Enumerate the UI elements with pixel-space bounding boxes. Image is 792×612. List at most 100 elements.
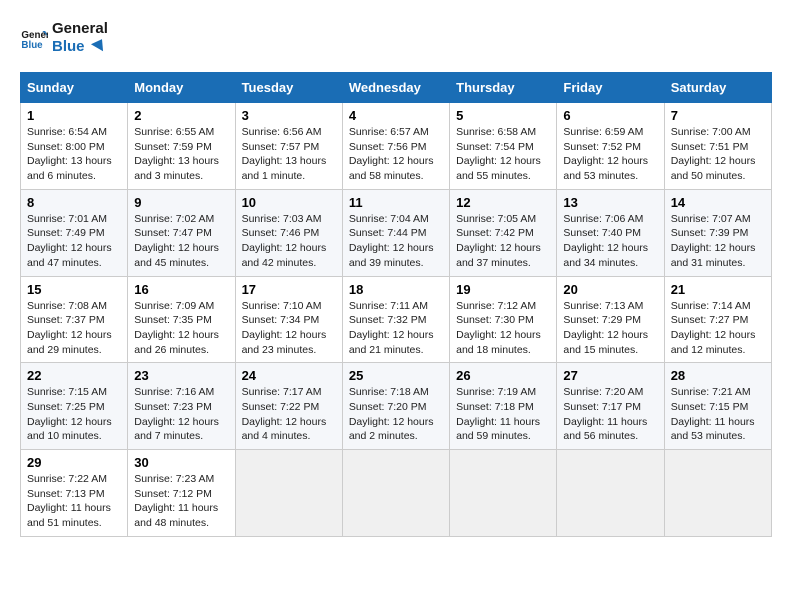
day-info: Sunrise: 7:20 AM Sunset: 7:17 PM Dayligh… [563, 385, 657, 444]
day-info: Sunrise: 7:05 AM Sunset: 7:42 PM Dayligh… [456, 212, 550, 271]
day-number: 8 [27, 195, 121, 210]
day-number: 25 [349, 368, 443, 383]
calendar-cell: 15 Sunrise: 7:08 AM Sunset: 7:37 PM Dayl… [21, 276, 128, 363]
day-number: 11 [349, 195, 443, 210]
calendar-cell: 1 Sunrise: 6:54 AM Sunset: 8:00 PM Dayli… [21, 103, 128, 190]
day-info: Sunrise: 7:01 AM Sunset: 7:49 PM Dayligh… [27, 212, 121, 271]
day-number: 7 [671, 108, 765, 123]
calendar-cell: 29 Sunrise: 7:22 AM Sunset: 7:13 PM Dayl… [21, 450, 128, 537]
calendar-cell: 10 Sunrise: 7:03 AM Sunset: 7:46 PM Dayl… [235, 189, 342, 276]
calendar-cell: 13 Sunrise: 7:06 AM Sunset: 7:40 PM Dayl… [557, 189, 664, 276]
day-number: 6 [563, 108, 657, 123]
day-number: 5 [456, 108, 550, 123]
header: General Blue General Blue [20, 20, 772, 56]
day-number: 20 [563, 282, 657, 297]
day-info: Sunrise: 6:57 AM Sunset: 7:56 PM Dayligh… [349, 125, 443, 184]
day-info: Sunrise: 7:12 AM Sunset: 7:30 PM Dayligh… [456, 299, 550, 358]
day-number: 14 [671, 195, 765, 210]
day-info: Sunrise: 7:18 AM Sunset: 7:20 PM Dayligh… [349, 385, 443, 444]
weekday-header-wednesday: Wednesday [342, 73, 449, 103]
day-info: Sunrise: 6:58 AM Sunset: 7:54 PM Dayligh… [456, 125, 550, 184]
calendar-cell: 28 Sunrise: 7:21 AM Sunset: 7:15 PM Dayl… [664, 363, 771, 450]
svg-text:Blue: Blue [21, 40, 43, 51]
calendar-cell [235, 450, 342, 537]
day-info: Sunrise: 7:16 AM Sunset: 7:23 PM Dayligh… [134, 385, 228, 444]
calendar-cell [557, 450, 664, 537]
logo-icon: General Blue [20, 24, 48, 52]
day-info: Sunrise: 6:59 AM Sunset: 7:52 PM Dayligh… [563, 125, 657, 184]
day-number: 26 [456, 368, 550, 383]
day-info: Sunrise: 7:07 AM Sunset: 7:39 PM Dayligh… [671, 212, 765, 271]
day-number: 23 [134, 368, 228, 383]
calendar-cell: 8 Sunrise: 7:01 AM Sunset: 7:49 PM Dayli… [21, 189, 128, 276]
calendar-cell: 6 Sunrise: 6:59 AM Sunset: 7:52 PM Dayli… [557, 103, 664, 190]
day-info: Sunrise: 7:10 AM Sunset: 7:34 PM Dayligh… [242, 299, 336, 358]
day-number: 12 [456, 195, 550, 210]
day-info: Sunrise: 6:55 AM Sunset: 7:59 PM Dayligh… [134, 125, 228, 184]
day-info: Sunrise: 7:11 AM Sunset: 7:32 PM Dayligh… [349, 299, 443, 358]
calendar-cell: 27 Sunrise: 7:20 AM Sunset: 7:17 PM Dayl… [557, 363, 664, 450]
day-number: 2 [134, 108, 228, 123]
calendar-table: SundayMondayTuesdayWednesdayThursdayFrid… [20, 72, 772, 537]
day-info: Sunrise: 7:22 AM Sunset: 7:13 PM Dayligh… [27, 472, 121, 531]
calendar-cell: 2 Sunrise: 6:55 AM Sunset: 7:59 PM Dayli… [128, 103, 235, 190]
day-info: Sunrise: 7:15 AM Sunset: 7:25 PM Dayligh… [27, 385, 121, 444]
day-number: 17 [242, 282, 336, 297]
day-info: Sunrise: 7:06 AM Sunset: 7:40 PM Dayligh… [563, 212, 657, 271]
calendar-cell: 14 Sunrise: 7:07 AM Sunset: 7:39 PM Dayl… [664, 189, 771, 276]
day-number: 28 [671, 368, 765, 383]
weekday-header-tuesday: Tuesday [235, 73, 342, 103]
calendar-week-5: 29 Sunrise: 7:22 AM Sunset: 7:13 PM Dayl… [21, 450, 772, 537]
day-number: 30 [134, 455, 228, 470]
day-info: Sunrise: 7:00 AM Sunset: 7:51 PM Dayligh… [671, 125, 765, 184]
calendar-cell: 5 Sunrise: 6:58 AM Sunset: 7:54 PM Dayli… [450, 103, 557, 190]
calendar-cell: 3 Sunrise: 6:56 AM Sunset: 7:57 PM Dayli… [235, 103, 342, 190]
day-info: Sunrise: 7:08 AM Sunset: 7:37 PM Dayligh… [27, 299, 121, 358]
calendar-cell: 7 Sunrise: 7:00 AM Sunset: 7:51 PM Dayli… [664, 103, 771, 190]
calendar-cell: 19 Sunrise: 7:12 AM Sunset: 7:30 PM Dayl… [450, 276, 557, 363]
calendar-cell: 20 Sunrise: 7:13 AM Sunset: 7:29 PM Dayl… [557, 276, 664, 363]
calendar-cell: 4 Sunrise: 6:57 AM Sunset: 7:56 PM Dayli… [342, 103, 449, 190]
calendar-cell: 11 Sunrise: 7:04 AM Sunset: 7:44 PM Dayl… [342, 189, 449, 276]
weekday-header-sunday: Sunday [21, 73, 128, 103]
calendar-week-4: 22 Sunrise: 7:15 AM Sunset: 7:25 PM Dayl… [21, 363, 772, 450]
day-number: 16 [134, 282, 228, 297]
calendar-cell: 21 Sunrise: 7:14 AM Sunset: 7:27 PM Dayl… [664, 276, 771, 363]
day-number: 18 [349, 282, 443, 297]
calendar-cell: 18 Sunrise: 7:11 AM Sunset: 7:32 PM Dayl… [342, 276, 449, 363]
day-info: Sunrise: 6:56 AM Sunset: 7:57 PM Dayligh… [242, 125, 336, 184]
day-info: Sunrise: 7:19 AM Sunset: 7:18 PM Dayligh… [456, 385, 550, 444]
day-info: Sunrise: 7:17 AM Sunset: 7:22 PM Dayligh… [242, 385, 336, 444]
day-number: 10 [242, 195, 336, 210]
calendar-cell: 17 Sunrise: 7:10 AM Sunset: 7:34 PM Dayl… [235, 276, 342, 363]
calendar-week-1: 1 Sunrise: 6:54 AM Sunset: 8:00 PM Dayli… [21, 103, 772, 190]
calendar-cell [342, 450, 449, 537]
calendar-cell: 22 Sunrise: 7:15 AM Sunset: 7:25 PM Dayl… [21, 363, 128, 450]
day-number: 13 [563, 195, 657, 210]
weekday-header-monday: Monday [128, 73, 235, 103]
day-info: Sunrise: 7:03 AM Sunset: 7:46 PM Dayligh… [242, 212, 336, 271]
day-info: Sunrise: 7:14 AM Sunset: 7:27 PM Dayligh… [671, 299, 765, 358]
calendar-cell [450, 450, 557, 537]
calendar-cell: 12 Sunrise: 7:05 AM Sunset: 7:42 PM Dayl… [450, 189, 557, 276]
day-number: 22 [27, 368, 121, 383]
calendar-cell: 9 Sunrise: 7:02 AM Sunset: 7:47 PM Dayli… [128, 189, 235, 276]
day-info: Sunrise: 6:54 AM Sunset: 8:00 PM Dayligh… [27, 125, 121, 184]
weekday-header-saturday: Saturday [664, 73, 771, 103]
day-info: Sunrise: 7:04 AM Sunset: 7:44 PM Dayligh… [349, 212, 443, 271]
calendar-cell: 23 Sunrise: 7:16 AM Sunset: 7:23 PM Dayl… [128, 363, 235, 450]
calendar-cell: 26 Sunrise: 7:19 AM Sunset: 7:18 PM Dayl… [450, 363, 557, 450]
weekday-header-thursday: Thursday [450, 73, 557, 103]
day-number: 27 [563, 368, 657, 383]
day-number: 24 [242, 368, 336, 383]
calendar-cell: 25 Sunrise: 7:18 AM Sunset: 7:20 PM Dayl… [342, 363, 449, 450]
weekday-header-friday: Friday [557, 73, 664, 103]
day-number: 29 [27, 455, 121, 470]
day-number: 19 [456, 282, 550, 297]
day-info: Sunrise: 7:02 AM Sunset: 7:47 PM Dayligh… [134, 212, 228, 271]
day-number: 21 [671, 282, 765, 297]
day-info: Sunrise: 7:23 AM Sunset: 7:12 PM Dayligh… [134, 472, 228, 531]
calendar-cell [664, 450, 771, 537]
calendar-cell: 16 Sunrise: 7:09 AM Sunset: 7:35 PM Dayl… [128, 276, 235, 363]
weekday-header-row: SundayMondayTuesdayWednesdayThursdayFrid… [21, 73, 772, 103]
